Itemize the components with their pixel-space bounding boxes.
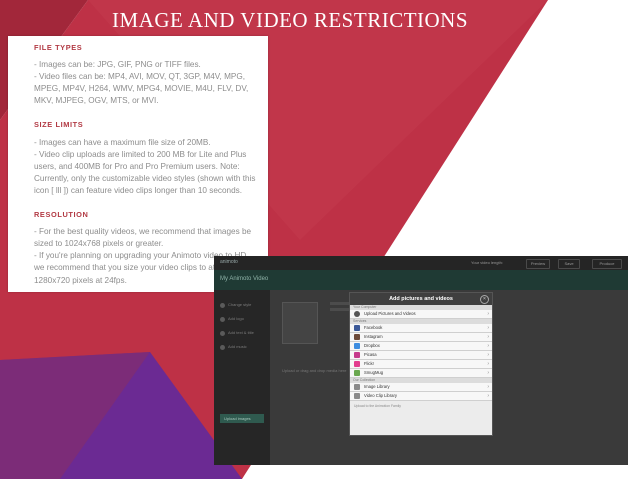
modal-title: Add pictures and videos: [389, 296, 453, 302]
app-top-bar: animoto Your video length: Preview Save …: [214, 256, 628, 270]
chevron-right-icon: ›: [487, 325, 489, 331]
sidebar-item-label: Add music: [228, 344, 247, 349]
section-text: - Images can be: JPG, GIF, PNG or TIFF f…: [34, 59, 260, 107]
sidebar-item-label: Add logo: [228, 316, 244, 321]
upload-images-label: Upload images: [224, 416, 251, 421]
sidebar-item-label: Add text & title: [228, 330, 254, 335]
music-icon: [220, 345, 225, 350]
list-item-label: Facebook: [364, 325, 383, 330]
flickr-icon: [354, 361, 360, 367]
section-line: - Video files can be: MP4, AVI, MOV, QT,…: [34, 72, 249, 106]
list-item-dropbox[interactable]: Dropbox ›: [350, 342, 492, 351]
upload-pictures-row[interactable]: Upload Pictures and Videos ›: [350, 310, 492, 319]
list-item-label: Picasa: [364, 352, 377, 357]
video-title[interactable]: My Animoto Video: [220, 276, 268, 282]
section-line: - Images can have a maximum file size of…: [34, 137, 211, 147]
chevron-right-icon: ›: [487, 361, 489, 367]
smugmug-icon: [354, 370, 360, 376]
logo-icon: [220, 317, 225, 322]
chevron-right-icon: ›: [487, 334, 489, 340]
sidebar-item-add-logo[interactable]: Add logo: [220, 316, 264, 323]
collection-list: Image Library › Video Clip Library ›: [350, 383, 492, 401]
section-line: - For the best quality videos, we recomm…: [34, 227, 252, 249]
section-heading: RESOLUTION: [34, 210, 89, 220]
app-sidebar: Change style Add logo Add text & title A…: [214, 290, 270, 465]
drop-hint: Upload or drag and drop media here: [282, 368, 347, 373]
brand-logo[interactable]: animoto: [220, 259, 238, 265]
list-item-image-library[interactable]: Image Library ›: [350, 383, 492, 392]
upload-label: Upload Pictures and Videos: [364, 311, 416, 316]
list-item-picasa[interactable]: Picasa ›: [350, 351, 492, 360]
section-heading: FILE TYPES: [34, 43, 83, 52]
palette-icon: [220, 303, 225, 308]
upload-icon: [354, 311, 360, 317]
list-item-smugmug[interactable]: SmugMug ›: [350, 369, 492, 378]
facebook-icon: [354, 325, 360, 331]
chevron-right-icon: ›: [487, 311, 489, 317]
chevron-right-icon: ›: [487, 384, 489, 390]
produce-button[interactable]: Produce: [592, 259, 622, 269]
add-media-modal: Add pictures and videos × Your Computer …: [349, 292, 493, 436]
sidebar-item-add-music[interactable]: Add music: [220, 344, 264, 351]
chevron-right-icon: ›: [487, 393, 489, 399]
list-item-label: Flickr: [364, 361, 375, 366]
list-item-facebook[interactable]: Facebook ›: [350, 324, 492, 333]
chevron-right-icon: ›: [487, 343, 489, 349]
image-icon: [354, 384, 360, 390]
close-icon[interactable]: ×: [480, 295, 489, 304]
text-icon: [220, 331, 225, 336]
list-item-instagram[interactable]: Instagram ›: [350, 333, 492, 342]
restrictions-document: FILE TYPES - Images can be: JPG, GIF, PNG…: [8, 36, 268, 292]
list-item-label: Image Library: [364, 384, 390, 389]
video-icon: [354, 393, 360, 399]
list-item-flickr[interactable]: Flickr ›: [350, 360, 492, 369]
list-item-label: Dropbox: [364, 343, 380, 348]
upload-images-button[interactable]: Upload images: [220, 414, 264, 423]
list-item-video-clip-library[interactable]: Video Clip Library ›: [350, 392, 492, 401]
instagram-icon: [354, 334, 360, 340]
section-line: - Images can be: JPG, GIF, PNG or TIFF f…: [34, 60, 201, 70]
list-item-label: Video Clip Library: [364, 393, 397, 398]
list-item-label: SmugMug: [364, 370, 384, 375]
app-title-bar: My Animoto Video: [214, 270, 628, 290]
media-placeholder[interactable]: [282, 302, 318, 344]
animoto-screenshot: animoto Your video length: Preview Save …: [214, 256, 628, 465]
video-length-label: Your video length:: [471, 260, 503, 265]
save-button[interactable]: Save: [558, 259, 580, 269]
preview-button[interactable]: Preview: [526, 259, 550, 269]
picasa-icon: [354, 352, 360, 358]
list-item-label: Instagram: [364, 334, 383, 339]
placeholder-line: [330, 308, 350, 311]
sidebar-item-label: Change style: [228, 302, 252, 307]
sidebar-item-add-text[interactable]: Add text & title: [220, 330, 264, 337]
chevron-right-icon: ›: [487, 370, 489, 376]
section-text: - Images can have a maximum file size of…: [34, 137, 260, 197]
chevron-right-icon: ›: [487, 352, 489, 358]
services-list: Facebook › Instagram › Dropbox › Picasa › Flickr…: [350, 324, 492, 378]
section-heading: SIZE LIMITS: [34, 120, 84, 130]
sidebar-item-change-style[interactable]: Change style: [220, 302, 264, 309]
modal-footer: Upload to the Animotion Family: [354, 404, 401, 408]
slide-title: IMAGE AND VIDEO RESTRICTIONS: [112, 8, 469, 32]
dropbox-icon: [354, 343, 360, 349]
modal-header: Add pictures and videos ×: [350, 293, 492, 305]
section-line: - Video clip uploads are limited to 200 …: [34, 149, 256, 195]
